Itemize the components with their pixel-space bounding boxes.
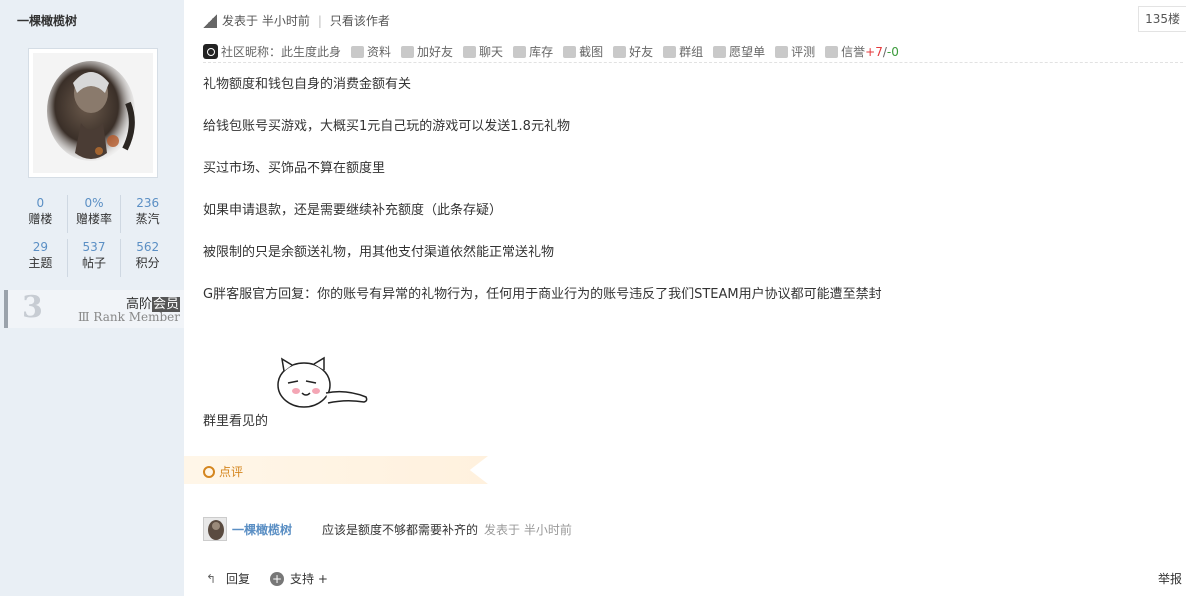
user-name[interactable]: 一棵橄榄树 <box>17 12 77 29</box>
post-icon <box>203 13 217 28</box>
stats-row-2: 29 主题 537 帖子 562 积分 <box>14 239 174 277</box>
stat-points[interactable]: 562 积分 <box>121 239 174 277</box>
circle-icon <box>203 465 215 478</box>
search-icon <box>351 45 365 58</box>
post-paragraph: 如果申请退款，还是需要继续补充额度（此条存疑） <box>203 203 503 218</box>
post-paragraph: 买过市场、买饰品不算在额度里 <box>203 161 386 176</box>
report-link[interactable]: 举报 <box>1158 570 1182 587</box>
post-meta: 发表于 半小时前 | 只看该作者 <box>203 12 390 29</box>
comment-avatar[interactable] <box>203 517 227 541</box>
post-paragraph: 给钱包账号买游戏，大概买1元自己玩的游戏可以发送1.8元礼物 <box>203 119 570 134</box>
support-button[interactable]: + 支持 + <box>270 570 328 587</box>
post-paragraph: G胖客服官方回复：你的账号有异常的礼物行为，任何用于商业行为的账号违反了我们ST… <box>203 287 882 302</box>
comment-text: 应该是额度不够都需要补齐的 <box>322 522 479 537</box>
toolbar-inventory[interactable]: 库存 <box>513 43 553 60</box>
review-icon <box>775 45 789 58</box>
stats-row-1: 0 赠楼 0% 赠楼率 236 蒸汽 <box>14 195 174 233</box>
review-button[interactable]: 点评 <box>203 463 243 480</box>
toolbar-reputation[interactable]: 信誉 +7/-0 <box>825 43 899 60</box>
toolbar-reviews[interactable]: 评测 <box>775 43 815 60</box>
meta-separator: | <box>317 13 322 28</box>
chat-icon <box>463 45 477 58</box>
review-bar: 点评 <box>184 456 488 484</box>
toolbar-groups[interactable]: 群组 <box>663 43 703 60</box>
post-paragraph: 群里看见的 <box>203 414 269 429</box>
add-user-icon <box>401 45 415 58</box>
post-actions: ↰ 回复 + 支持 + <box>206 570 348 587</box>
toolbar-profile[interactable]: 资料 <box>351 43 391 60</box>
post-paragraph: 礼物额度和钱包自身的消费金额有关 <box>203 77 412 92</box>
cat-sticker-image <box>277 356 368 408</box>
profile-toolbar: 社区昵称：此生度此身 资料 加好友 聊天 库存 截图 好友 群组 愿望单 评测 … <box>203 41 1183 63</box>
camera-icon <box>563 45 577 58</box>
stat-gift-floors[interactable]: 0 赠楼 <box>14 195 68 233</box>
toolbar-wishlist[interactable]: 愿望单 <box>713 43 765 60</box>
toolbar-chat[interactable]: 聊天 <box>463 43 503 60</box>
steam-icon <box>203 44 218 59</box>
shield-icon <box>825 45 839 58</box>
rank-badge: 3 高阶会员 Ⅲ Rank Member <box>4 290 184 328</box>
post-paragraph: 被限制的只是余额送礼物，用其他支付渠道依然能正常送礼物 <box>203 245 555 260</box>
stat-steam[interactable]: 236 蒸汽 <box>121 195 174 233</box>
steam-nickname[interactable]: 社区昵称：此生度此身 <box>203 43 341 60</box>
comment-item: 一棵橄榄树 应该是额度不够都需要补齐的 发表于 半小时前 <box>203 517 572 541</box>
rank-subtitle: Ⅲ Rank Member <box>78 310 180 324</box>
reply-button[interactable]: ↰ 回复 <box>206 570 250 587</box>
plus-icon: + <box>270 571 285 586</box>
author-only-link[interactable]: 只看该作者 <box>330 12 390 29</box>
stat-posts[interactable]: 537 帖子 <box>68 239 122 277</box>
avatar-image <box>33 53 153 173</box>
stat-gift-rate[interactable]: 0% 赠楼率 <box>68 195 122 233</box>
stat-threads[interactable]: 29 主题 <box>14 239 68 277</box>
floor-number[interactable]: 135楼 <box>1138 6 1186 32</box>
toolbar-add-friend[interactable]: 加好友 <box>401 43 453 60</box>
post-time: 发表于 半小时前 <box>222 14 310 28</box>
user-stats: 0 赠楼 0% 赠楼率 236 蒸汽 29 主题 537 帖子 562 积分 <box>14 195 174 283</box>
list-icon <box>713 45 727 58</box>
post-content: 礼物额度和钱包自身的消费金额有关 给钱包账号买游戏，大概买1元自己玩的游戏可以发… <box>203 74 1163 326</box>
inventory-icon <box>513 45 527 58</box>
reply-icon: ↰ <box>206 571 217 586</box>
toolbar-screenshots[interactable]: 截图 <box>563 43 603 60</box>
user-sidebar: 一棵橄榄树 0 赠楼 0% 赠楼率 236 蒸汽 29 主题 537 帖子 56… <box>0 0 184 596</box>
avatar[interactable] <box>28 48 158 178</box>
post-main: 发表于 半小时前 | 只看该作者 135楼 社区昵称：此生度此身 资料 加好友 … <box>184 0 1186 596</box>
comment-author[interactable]: 一棵橄榄树 <box>232 521 292 538</box>
group-icon <box>663 45 677 58</box>
comment-time: 发表于 半小时前 <box>484 522 572 537</box>
toolbar-friends[interactable]: 好友 <box>613 43 653 60</box>
user-icon <box>613 45 627 58</box>
rank-level-glyph: 3 <box>22 290 43 325</box>
